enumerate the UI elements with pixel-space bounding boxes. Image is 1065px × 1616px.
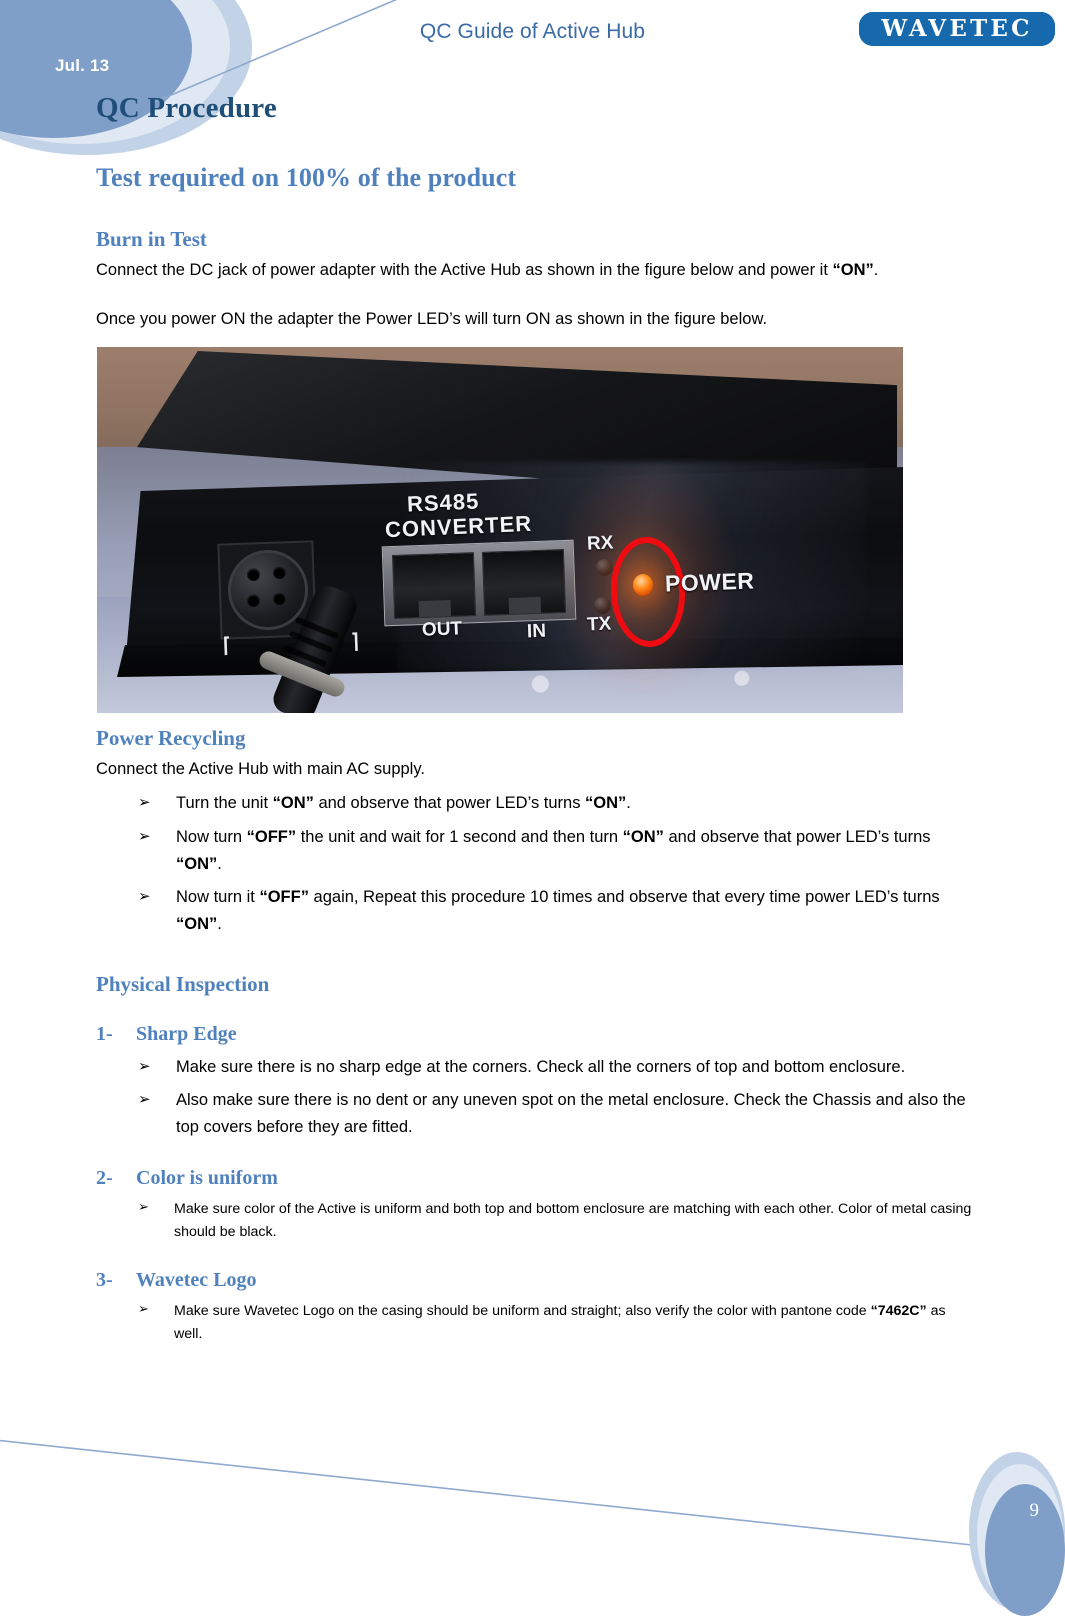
page-title: QC Procedure: [96, 92, 277, 124]
list-item: ➢ Turn the unit “ON” and observe that pow…: [96, 790, 976, 817]
body-text: and observe that power LED’s turns: [313, 794, 586, 813]
list-item: ➢ Also make sure there is no dent or any …: [96, 1087, 976, 1140]
burn-in-p1-on: “ON”: [832, 261, 874, 279]
din-pin: [273, 592, 286, 605]
arrow-bullet-icon: ➢: [138, 1056, 151, 1075]
document-body: QC Procedure Test required on 100% of th…: [96, 92, 976, 332]
emphasis-text: “ON”: [585, 794, 627, 813]
arrow-bullet-icon: ➢: [138, 1199, 149, 1215]
inspection-item-bullets: ➢ Make sure Wavetec Logo on the casing sh…: [96, 1300, 976, 1345]
inspection-item-title: Sharp Edge: [136, 1022, 237, 1045]
inspection-item-heading: 3- Wavetec Logo: [96, 1269, 976, 1292]
list-item: ➢ Now turn “OFF” the unit and wait for 1 …: [96, 824, 976, 877]
footer-decoration: 9: [0, 1388, 1065, 1616]
footer-circle-outer: [969, 1452, 1065, 1610]
list-item: ➢ Make sure color of the Active is unifor…: [96, 1198, 976, 1243]
emphasis-text: “7462C”: [870, 1303, 927, 1320]
body-text: the unit and wait for 1 second and then …: [296, 827, 623, 846]
body-text: Turn the unit: [176, 794, 273, 813]
page-number: 9: [1029, 1500, 1040, 1521]
body-text: .: [217, 854, 222, 873]
rj45-tab: [418, 600, 452, 618]
active-hub-rear-panel-photo: ⌈ ⌉ RS485 CONVERTER RX TX POWER OUT IN: [97, 347, 903, 713]
emphasis-text: “ON”: [176, 914, 218, 933]
burn-in-paragraph-2: Once you power ON the adapter the Power …: [96, 310, 768, 329]
din-bracket-right-icon: ⌉: [350, 630, 360, 654]
wavetec-logo: WAVETEC: [859, 12, 1055, 46]
label-in: IN: [526, 620, 547, 643]
emphasis-text: “ON”: [272, 794, 314, 813]
section-heading-test-required: Test required on 100% of the product: [96, 163, 517, 192]
emphasis-text: “OFF”: [259, 888, 309, 907]
power-recycling-intro: Connect the Active Hub with main AC supp…: [96, 760, 425, 778]
body-text: Make sure color of the Active is uniform…: [174, 1200, 972, 1240]
burn-in-p1-a: Connect the DC jack of power adapter wit…: [96, 261, 833, 279]
arrow-bullet-icon: ➢: [138, 826, 151, 845]
inspection-item-bullets: ➢ Make sure color of the Active is unifor…: [96, 1198, 976, 1243]
body-text: Now turn: [176, 827, 247, 846]
inspection-item-bullets: ➢ Make sure there is no sharp edge at the…: [96, 1054, 976, 1141]
label-tx: TX: [586, 613, 612, 636]
footer-diagonal-line: [0, 1439, 1001, 1549]
arrow-bullet-icon: ➢: [138, 793, 151, 812]
footer-circle-mid: [977, 1464, 1063, 1606]
body-text: Make sure Wavetec Logo on the casing sho…: [174, 1303, 871, 1320]
label-rx: RX: [586, 532, 614, 555]
burn-in-p1-c: .: [873, 261, 879, 279]
arrow-bullet-icon: ➢: [138, 887, 151, 906]
power-recycling-bullet-list: ➢ Turn the unit “ON” and observe that pow…: [96, 790, 976, 938]
physical-inspection-items: 1- Sharp Edge ➢ Make sure there is no sharp…: [96, 1023, 976, 1346]
rj45-port-frame: [381, 539, 577, 627]
body-text: Now turn it: [176, 888, 260, 907]
body-text: again, Repeat this procedure 10 times an…: [308, 888, 940, 907]
subsection-heading-physical-inspection: Physical Inspection: [96, 971, 270, 996]
emphasis-text: “ON”: [176, 854, 218, 873]
inspection-item-heading: 1- Sharp Edge: [96, 1023, 976, 1046]
rj45-port-in: [481, 549, 567, 616]
burn-in-paragraph-1: Connect the DC jack of power adapter wit…: [96, 258, 976, 283]
inspection-item-number: 3-: [96, 1269, 113, 1292]
wavetec-logo-text: WAVETEC: [881, 15, 1033, 42]
inspection-item-number: 2-: [96, 1166, 113, 1189]
din-bracket-left-icon: ⌈: [222, 634, 232, 658]
document-body-lower: Power Recycling Connect the Active Hub w…: [96, 726, 976, 1346]
inspection-item-title: Wavetec Logo: [136, 1269, 257, 1292]
body-text: and observe that power LED’s turns: [663, 827, 931, 846]
label-power: POWER: [664, 567, 755, 597]
body-text: .: [626, 794, 631, 813]
rj45-port-out: [391, 552, 477, 619]
subsection-heading-power-recycling: Power Recycling: [96, 726, 246, 750]
list-item: ➢ Make sure Wavetec Logo on the casing sh…: [96, 1300, 976, 1345]
arrow-bullet-icon: ➢: [138, 1090, 151, 1109]
din-pin: [247, 594, 260, 607]
footer-circle-inner: [985, 1484, 1065, 1616]
arrow-bullet-icon: ➢: [138, 1302, 149, 1318]
list-item: ➢ Make sure there is no sharp edge at the…: [96, 1054, 976, 1081]
label-out: OUT: [421, 618, 463, 641]
din-pin: [247, 568, 260, 581]
inspection-item-title: Color is uniform: [136, 1166, 278, 1189]
inspection-item-number: 1-: [96, 1022, 113, 1045]
body-text: .: [217, 914, 222, 933]
header-date-badge: Jul. 13: [55, 56, 110, 75]
body-text: Also make sure there is no dent or any u…: [176, 1091, 966, 1137]
emphasis-text: “OFF”: [246, 827, 297, 846]
din-pin: [273, 566, 286, 579]
rj45-tab: [508, 596, 542, 614]
inspection-item-heading: 2- Color is uniform: [96, 1167, 976, 1190]
emphasis-text: “ON”: [622, 827, 664, 846]
list-item: ➢ Now turn it “OFF” again, Repeat this pr…: [96, 884, 976, 937]
body-text: Make sure there is no sharp edge at the …: [176, 1057, 906, 1076]
subsection-heading-burn-in-test: Burn in Test: [96, 227, 207, 251]
